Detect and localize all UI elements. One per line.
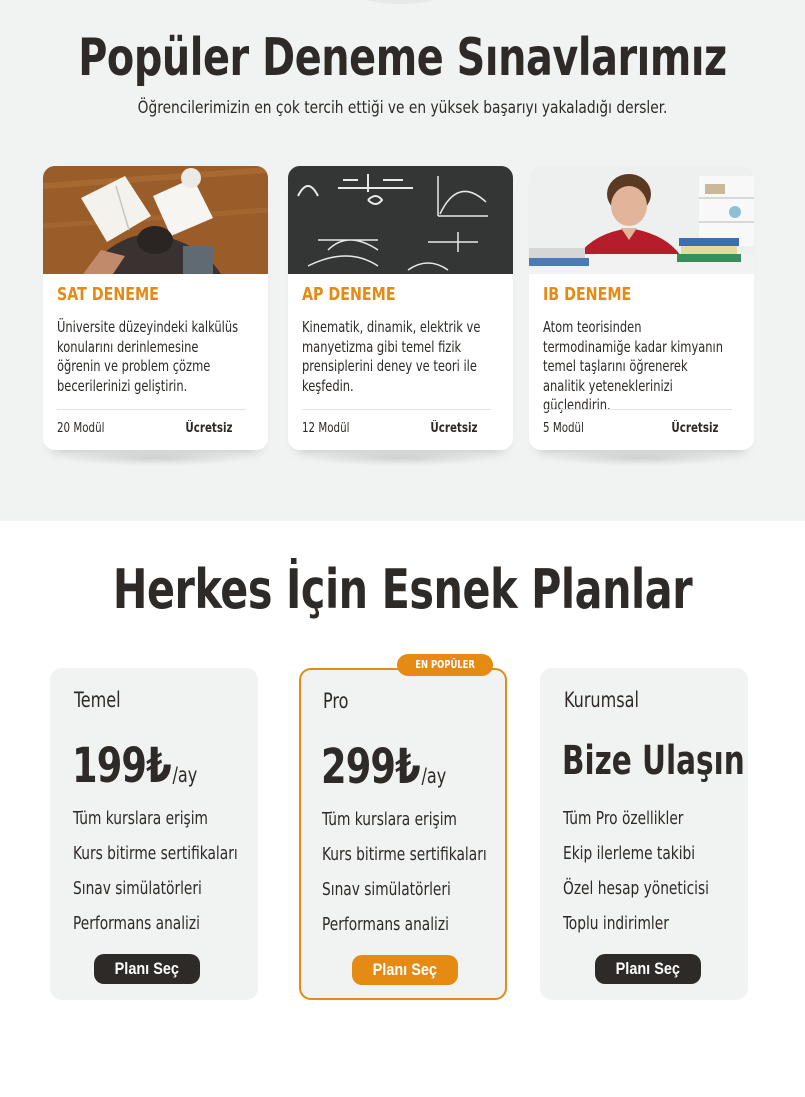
course-modules: 20 Modül — [57, 421, 105, 436]
course-card-ap[interactable]: AP DENEME Kinematik, dinamik, elektrik v… — [288, 166, 513, 466]
plan-feature: Performans analizi — [322, 914, 449, 935]
plan-feature: Ekip ilerleme takibi — [563, 843, 696, 864]
course-price: Ücretsiz — [184, 421, 232, 436]
course-image-student-writing — [529, 166, 754, 274]
card-divider — [302, 409, 491, 410]
courses-section: Popüler Deneme Sınavlarımız Öğrencilerim… — [0, 0, 805, 521]
select-plan-button[interactable]: Planı Seç — [352, 955, 458, 985]
decorative-shape — [360, 0, 440, 4]
plan-feature: Kurs bitirme sertifikaları — [73, 843, 238, 864]
courses-subtitle: Öğrencilerimizin en çok tercih ettiği ve… — [137, 98, 668, 118]
course-image-chalkboard — [288, 166, 513, 274]
plan-price-contact: Bize Ulaşın — [562, 738, 745, 784]
plan-feature: Performans analizi — [73, 913, 200, 934]
plan-name: Temel — [74, 688, 121, 712]
course-modules: 5 Modül — [543, 421, 584, 436]
pricing-title: Herkes İçin Esnek Planlar — [112, 558, 693, 621]
plan-feature: Toplu indirimler — [563, 913, 669, 934]
plan-feature: Sınav simülatörleri — [73, 878, 202, 899]
course-tag: IB DENEME — [543, 284, 632, 305]
plan-feature: Tüm Pro özellikler — [563, 808, 684, 829]
plan-name: Kurumsal — [564, 688, 639, 712]
plan-card-temel: Temel 199₺/ay Tüm kurslara erişim Kurs b… — [50, 668, 258, 1000]
course-card-sat[interactable]: SAT DENEME Üniversite düzeyindeki kalkül… — [43, 166, 268, 466]
plan-price: 299₺/ay — [321, 739, 447, 795]
plan-feature: Kurs bitirme sertifikaları — [322, 844, 487, 865]
course-tag: SAT DENEME — [57, 284, 159, 305]
course-price: Ücretsiz — [670, 421, 718, 436]
plan-name: Pro — [323, 689, 349, 713]
card-divider — [543, 409, 732, 410]
plan-price: 199₺/ay — [72, 738, 198, 794]
plan-feature: Tüm kurslara erişim — [322, 809, 457, 830]
plan-feature: Tüm kurslara erişim — [73, 808, 208, 829]
course-description: Üniversite düzeyindeki kalkülüs konuları… — [57, 318, 239, 395]
course-modules: 12 Modül — [302, 421, 350, 436]
card-divider — [57, 409, 246, 410]
select-plan-button[interactable]: Planı Seç — [94, 954, 200, 984]
course-description: Atom teorisinden termodinamiğe kadar kim… — [543, 318, 724, 414]
select-plan-button[interactable]: Planı Seç — [595, 954, 701, 984]
plan-feature: Sınav simülatörleri — [322, 879, 451, 900]
courses-title: Popüler Deneme Sınavlarımız — [78, 28, 727, 88]
most-popular-badge: EN POPÜLER — [397, 654, 493, 676]
course-image-study-desk — [43, 166, 268, 274]
plan-card-pro: Pro 299₺/ay Tüm kurslara erişim Kurs bit… — [299, 668, 507, 1000]
plan-feature: Özel hesap yöneticisi — [563, 878, 710, 899]
plan-card-kurumsal: Kurumsal Bize Ulaşın Tüm Pro özellikler … — [540, 668, 748, 1000]
course-card-ib[interactable]: IB DENEME Atom teorisinden termodinamiğe… — [529, 166, 754, 466]
course-tag: AP DENEME — [302, 284, 396, 305]
course-description: Kinematik, dinamik, elektrik ve manyetiz… — [302, 318, 481, 395]
course-price: Ücretsiz — [429, 421, 477, 436]
